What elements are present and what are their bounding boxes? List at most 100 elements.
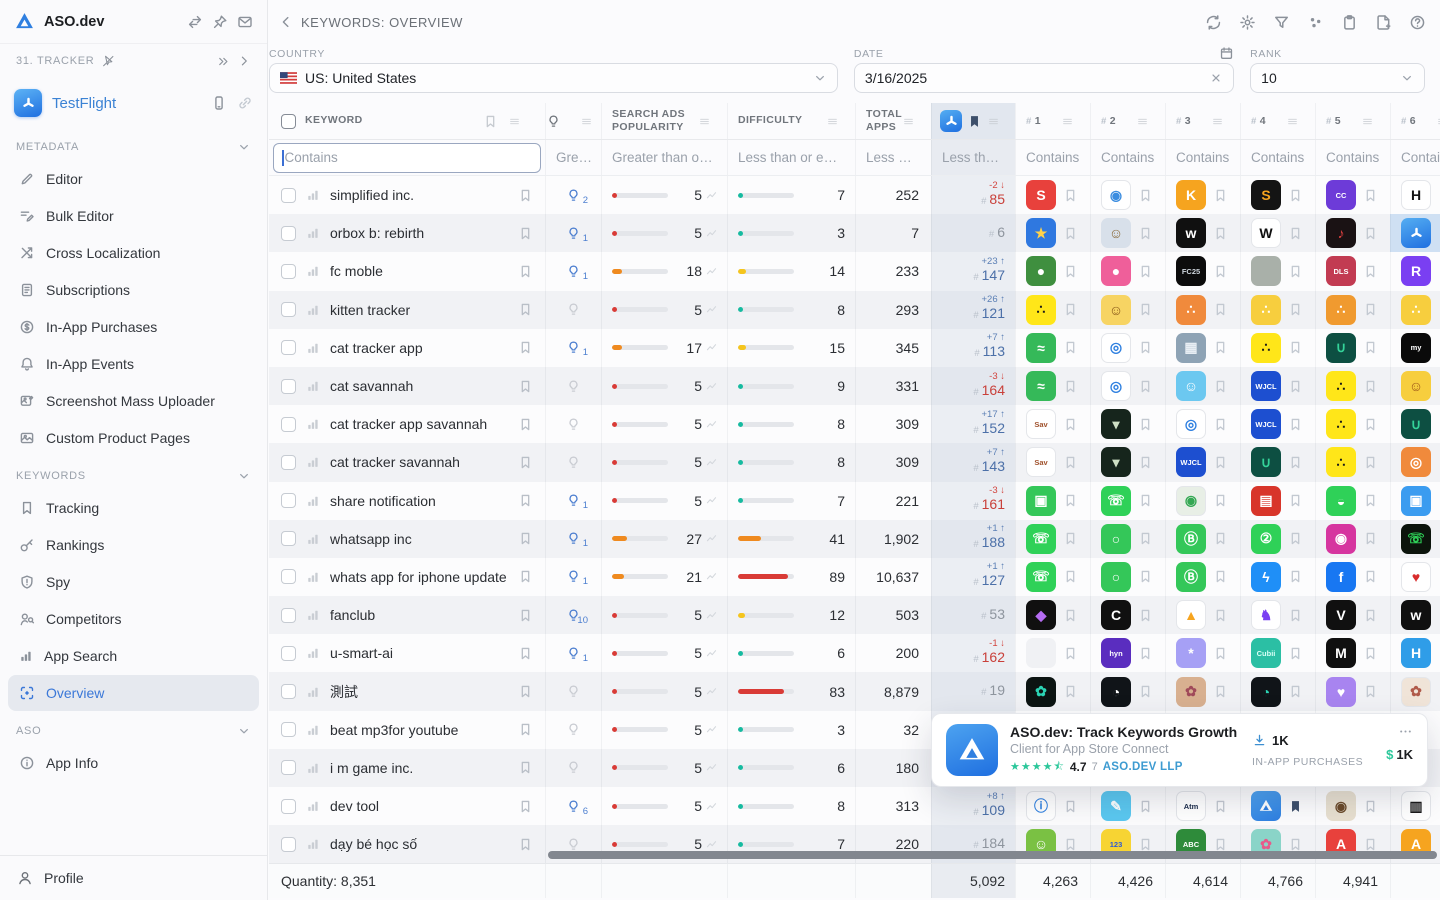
bookmark-icon[interactable]	[518, 455, 533, 470]
suggestions-cell[interactable]: 1	[545, 558, 601, 596]
bookmark-icon[interactable]	[1063, 684, 1078, 699]
bookmark-icon[interactable]	[1288, 493, 1303, 508]
column-header-position-3[interactable]: #3	[1165, 103, 1240, 139]
bookmark-icon[interactable]	[518, 799, 533, 814]
keyword-cell[interactable]: 測試	[269, 672, 545, 710]
bookmark-icon[interactable]	[1138, 531, 1153, 546]
app-icon[interactable]: ◔	[1251, 677, 1281, 707]
bookmark-icon[interactable]	[1213, 799, 1228, 814]
app-icon[interactable]: *	[1176, 638, 1206, 668]
app-icon[interactable]: ∪	[1401, 409, 1431, 439]
bookmark-icon[interactable]	[518, 722, 533, 737]
bookmark-icon[interactable]	[1063, 226, 1078, 241]
bookmark-filled-icon[interactable]	[1288, 799, 1303, 814]
bookmark-icon[interactable]	[1138, 417, 1153, 432]
bookmark-icon[interactable]	[1288, 264, 1303, 279]
app-icon[interactable]: ϟ	[1251, 562, 1281, 592]
app-icon[interactable]: ♪	[1326, 218, 1356, 248]
bookmark-icon[interactable]	[1138, 493, 1153, 508]
sidebar-item-profile[interactable]: Profile	[0, 855, 267, 900]
chart-bars-icon[interactable]	[306, 264, 320, 278]
column-menu-icon[interactable]	[1436, 116, 1440, 127]
bookmark-icon[interactable]	[1288, 340, 1303, 355]
row-checkbox[interactable]	[281, 646, 296, 661]
column-menu-icon[interactable]	[698, 116, 719, 127]
position-filter[interactable]: Contains	[1090, 140, 1165, 175]
sap-filter[interactable]: Greater than or eq…	[601, 140, 727, 175]
bookmark-icon[interactable]	[518, 646, 533, 661]
sidebar-item-bulk-editor[interactable]: Bulk Editor	[8, 198, 259, 234]
collapse-double-chevron-icon[interactable]	[217, 55, 230, 68]
keyword-cell[interactable]: fanclub	[269, 596, 545, 634]
app-icon[interactable]: ☺	[1176, 371, 1206, 401]
chart-bars-icon[interactable]	[306, 417, 320, 431]
app-icon[interactable]: ○	[1101, 562, 1131, 592]
app-icon[interactable]: ★	[1026, 218, 1056, 248]
link-icon[interactable]	[237, 95, 253, 111]
bookmark-icon[interactable]	[1288, 684, 1303, 699]
keyword-cell[interactable]: beat mp3for youtube	[269, 711, 545, 749]
bookmark-icon[interactable]	[1138, 837, 1153, 852]
bookmark-icon[interactable]	[1213, 188, 1228, 203]
row-checkbox[interactable]	[281, 799, 296, 814]
app-icon[interactable]: ◆	[1026, 600, 1056, 630]
bookmark-icon[interactable]	[1138, 608, 1153, 623]
app-icon[interactable]: ◔	[1101, 677, 1131, 707]
app-icon[interactable]: ▦	[1176, 333, 1206, 363]
column-menu-icon[interactable]	[987, 116, 1008, 127]
keyword-cell[interactable]: i m game inc.	[269, 749, 545, 787]
app-icon[interactable]: ∴	[1326, 295, 1356, 325]
column-header-search-ads-popularity[interactable]: SEARCH ADS POPULARITY	[601, 103, 727, 139]
bookmark-icon[interactable]	[1213, 684, 1228, 699]
bookmark-icon[interactable]	[518, 760, 533, 775]
app-icon[interactable]: ☺	[1401, 371, 1431, 401]
app-icon[interactable]: ◉	[1101, 180, 1131, 210]
bookmark-icon[interactable]	[1288, 837, 1303, 852]
column-menu-icon[interactable]	[580, 116, 601, 127]
app-icon[interactable]: ∪	[1326, 333, 1356, 363]
bookmark-icon[interactable]	[1288, 569, 1303, 584]
cluster-dots-icon[interactable]	[1307, 14, 1324, 31]
bookmark-icon[interactable]	[518, 684, 533, 699]
app-icon[interactable]: ▣	[1401, 486, 1431, 516]
bookmark-icon[interactable]	[1138, 302, 1153, 317]
app-icon[interactable]: f	[1326, 562, 1356, 592]
bookmark-icon[interactable]	[1363, 226, 1378, 241]
app-icon[interactable]: ▾	[1101, 447, 1131, 477]
app-switcher[interactable]: TestFlight	[0, 78, 267, 128]
app-icon[interactable]: ◎	[1401, 447, 1431, 477]
chart-bars-icon[interactable]	[306, 685, 320, 699]
app-icon[interactable]: ✿	[1176, 677, 1206, 707]
bookmark-icon[interactable]	[1363, 646, 1378, 661]
sidebar-item-app-info[interactable]: App Info	[8, 745, 259, 781]
column-menu-icon[interactable]	[1286, 116, 1307, 127]
bookmark-icon[interactable]	[1138, 188, 1153, 203]
app-icon[interactable]: Sav	[1026, 409, 1056, 439]
suggestions-cell[interactable]	[545, 749, 601, 787]
app-icon[interactable]: ◉	[1176, 486, 1206, 516]
chart-bars-icon[interactable]	[306, 761, 320, 775]
bookmark-icon[interactable]	[518, 379, 533, 394]
chevron-down-icon[interactable]	[237, 140, 251, 154]
bookmark-icon[interactable]	[1288, 188, 1303, 203]
column-header-position-4[interactable]: #4	[1240, 103, 1315, 139]
app-icon[interactable]: ◉	[1326, 791, 1356, 821]
bookmark-icon[interactable]	[518, 531, 533, 546]
row-checkbox[interactable]	[281, 417, 296, 432]
bookmark-icon[interactable]	[1138, 379, 1153, 394]
column-header-position-1[interactable]: #1	[1015, 103, 1090, 139]
app-icon[interactable]: ≈	[1026, 371, 1056, 401]
bookmark-icon[interactable]	[1213, 340, 1228, 355]
aso-dev-app-icon[interactable]	[1251, 791, 1281, 821]
app-icon[interactable]: ≈	[1026, 333, 1056, 363]
keyword-cell[interactable]: kitten tracker	[269, 291, 545, 329]
app-icon[interactable]: Atm	[1176, 791, 1206, 821]
bookmark-icon[interactable]	[1288, 455, 1303, 470]
bookmark-icon[interactable]	[1213, 302, 1228, 317]
column-menu-icon[interactable]	[826, 116, 847, 127]
column-menu-icon[interactable]	[1061, 116, 1082, 127]
bookmark-icon[interactable]	[1138, 226, 1153, 241]
bookmark-icon[interactable]	[1363, 799, 1378, 814]
bookmark-icon[interactable]	[1288, 379, 1303, 394]
column-menu-icon[interactable]	[1361, 116, 1382, 127]
